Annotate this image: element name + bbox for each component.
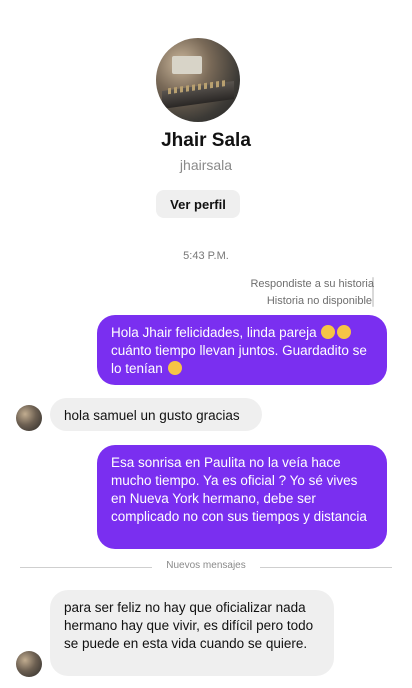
contact-avatar[interactable] [16,405,42,431]
profile-name: Jhair Sala [161,130,251,151]
hug-emoji-icon [337,325,352,339]
divider-line [260,567,392,568]
message-timestamp: 5:43 P.M. [183,250,229,262]
incoming-message[interactable]: hola samuel un gusto gracias [50,398,262,431]
message-text: para ser feliz no hay que oficializar na… [64,600,314,651]
story-reply-note: Respondiste a su historia [250,278,374,290]
contact-avatar[interactable] [16,651,42,677]
outgoing-message[interactable]: Esa sonrisa en Paulita no la veía hace m… [97,445,387,549]
new-messages-label: Nuevos mensajes [166,560,246,571]
new-messages-divider: Nuevos mensajes [20,560,392,574]
avatar-photo-detail [172,56,202,74]
outgoing-message[interactable]: Hola Jhair felicidades, linda pareja cuá… [97,315,387,385]
message-text: Hola Jhair felicidades, linda pareja [111,325,317,340]
view-profile-button[interactable]: Ver perfil [156,190,240,218]
profile-header: Jhair Sala jhairsala Ver perfil [0,0,412,250]
message-text: cuánto tiempo llevan juntos. Guardadito … [111,343,367,376]
message-text: hola samuel un gusto gracias [64,408,240,423]
smile-emoji-icon [167,361,182,375]
incoming-message[interactable]: para ser feliz no hay que oficializar na… [50,590,334,676]
hug-emoji-icon [321,325,336,339]
profile-avatar[interactable] [156,38,240,122]
message-text: Esa sonrisa en Paulita no la veía hace m… [111,455,367,524]
profile-handle: jhairsala [179,157,233,173]
story-unavailable-note: Historia no disponible [266,295,372,307]
